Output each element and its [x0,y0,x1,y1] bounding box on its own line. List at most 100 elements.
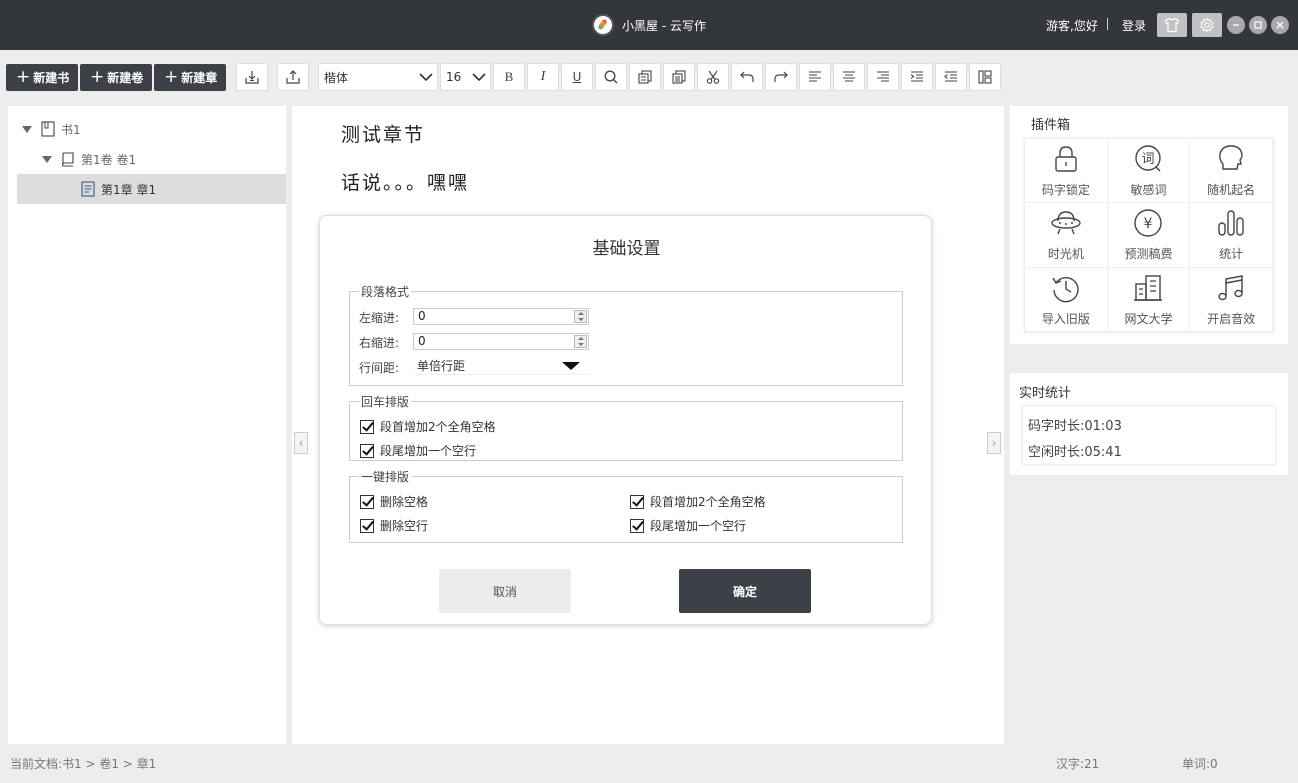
collapse-left-panel-button[interactable]: ‹ [294,432,308,454]
document-tree-panel: 书1 第1卷 卷1 第1章 章1 [8,106,286,744]
enter-indent-checkbox[interactable]: 段首增加2个全角空格 [360,418,496,435]
indent-decrease-button[interactable] [935,63,967,91]
right-indent-input[interactable]: 0 [413,333,589,350]
scissors-icon [706,70,720,84]
checkbox-checked-icon[interactable] [360,494,374,509]
oneclick-blankline-checkbox[interactable]: 段尾增加一个空行 [630,517,746,534]
settings-button[interactable] [1192,13,1222,37]
font-size-value: 16 [446,70,462,84]
underline-button[interactable]: U [561,63,593,91]
italic-button[interactable]: I [527,63,559,91]
new-chapter-button[interactable]: + 新建章 [154,64,226,91]
checkbox-checked-icon[interactable] [360,419,374,434]
plus-icon: + [90,67,105,87]
plugin-sensitive-words[interactable]: 词 敏感词 [1107,139,1191,204]
maximize-icon [1254,21,1262,29]
one-click-format-group: 一键排版 [349,468,903,543]
typing-time: 码字时长:01:03 [1028,419,1122,434]
bold-button[interactable]: B [493,63,525,91]
copy-icon [638,70,652,84]
checkbox-checked-icon[interactable] [360,443,374,458]
paragraph-format-legend: 段落格式 [361,285,410,299]
lock-icon [1055,146,1077,172]
undo-button[interactable] [731,63,763,91]
expand-arrow-icon[interactable] [22,125,32,133]
chapter-body-text[interactable]: 话说。。。嘿嘿 [341,168,469,195]
cancel-button[interactable]: 取消 [439,569,571,613]
plugin-typing-lock[interactable]: 码字锁定 [1025,139,1108,204]
font-family-value: 楷体 [324,70,349,85]
spinner-arrows-icon[interactable] [574,310,587,323]
plugin-random-name[interactable]: 随机起名 [1190,139,1273,204]
basic-settings-dialog: 基础设置 段落格式 左缩进: 0 右缩进: 0 行间距: 单倍行距 回车排版 段… [319,215,932,625]
plugin-time-machine[interactable]: 时光机 [1025,203,1108,268]
export-button[interactable] [277,63,309,91]
maximize-button[interactable] [1249,16,1267,34]
paste-button[interactable] [663,63,695,91]
tree-item-volume[interactable]: 第1卷 卷1 [8,144,286,174]
title-separator [1107,18,1108,30]
skin-button[interactable] [1157,13,1187,37]
plugin-predict-fee[interactable]: ¥ 预测稿费 [1107,203,1191,268]
oneclick-blankline-label: 段尾增加一个空行 [650,519,747,533]
enter-blankline-checkbox[interactable]: 段尾增加一个空行 [360,442,476,459]
confirm-button[interactable]: 确定 [679,569,811,613]
remove-blanklines-checkbox[interactable]: 删除空行 [360,517,428,534]
chapter-title[interactable]: 测试章节 [341,120,425,147]
align-left-button[interactable] [799,63,831,91]
plugin-statistics[interactable]: 统计 [1190,203,1273,268]
plus-icon: + [164,67,179,87]
redo-icon [774,71,788,82]
indent-increase-button[interactable] [901,63,933,91]
new-volume-button[interactable]: + 新建卷 [80,64,152,91]
undo-icon [740,71,754,82]
checkbox-checked-icon[interactable] [630,494,644,509]
oneclick-indent-checkbox[interactable]: 段首增加2个全角空格 [630,493,766,510]
left-indent-input[interactable]: 0 [413,308,589,325]
collapse-right-panel-button[interactable]: › [987,432,1001,454]
plugin-label: 网文大学 [1124,311,1173,326]
plugin-grid: 码字锁定 词 敏感词 随机起名 时光机 ¥ 预测稿费 统计 导入旧版 网文大学 [1024,138,1274,333]
realtime-stats-title: 实时统计 [1019,386,1072,401]
new-chapter-label: 新建章 [181,71,218,85]
align-center-button[interactable] [833,63,865,91]
redo-button[interactable] [765,63,797,91]
align-center-icon [843,71,855,82]
one-click-format-legend: 一键排版 [361,470,410,484]
layout-button[interactable] [969,63,1001,91]
remove-spaces-checkbox[interactable]: 删除空格 [360,493,428,510]
align-right-button[interactable] [867,63,899,91]
word-count: 单词:0 [1182,757,1218,771]
expand-arrow-icon[interactable] [42,155,52,163]
search-button[interactable] [595,63,627,91]
checkbox-checked-icon[interactable] [360,518,374,533]
plugin-sound-effects[interactable]: 开启音效 [1190,267,1273,332]
enter-format-legend: 回车排版 [361,395,410,409]
tree-item-book-label: 书1 [61,122,81,137]
plugin-label: 码字锁定 [1041,183,1090,197]
cut-button[interactable] [697,63,729,91]
font-size-select[interactable]: 16 [440,63,491,91]
tree-item-chapter[interactable]: 第1章 章1 [17,174,286,204]
oneclick-indent-label: 段首增加2个全角空格 [650,495,766,509]
plugin-web-novel-university[interactable]: 网文大学 [1107,267,1191,332]
left-indent-label: 左缩进: [359,311,400,325]
plugin-import-old[interactable]: 导入旧版 [1025,267,1108,332]
close-button[interactable] [1271,16,1289,34]
search-icon [604,70,618,84]
import-button[interactable] [236,63,268,91]
chevron-down-icon [472,73,486,82]
paste-icon [672,70,686,84]
spinner-arrows-icon[interactable] [574,335,587,348]
bar-chart-icon [1218,210,1244,237]
minimize-button[interactable] [1227,16,1245,34]
font-family-select[interactable]: 楷体 [318,63,438,91]
checkbox-checked-icon[interactable] [630,518,644,533]
login-link[interactable]: 登录 [1122,17,1146,34]
export-icon [286,70,300,84]
tree-item-book[interactable]: 书1 [8,114,286,144]
plugin-label: 随机起名 [1207,183,1256,197]
copy-button[interactable] [629,63,661,91]
new-book-button[interactable]: + 新建书 [6,64,78,91]
line-spacing-select[interactable]: 单倍行距 [413,357,589,375]
